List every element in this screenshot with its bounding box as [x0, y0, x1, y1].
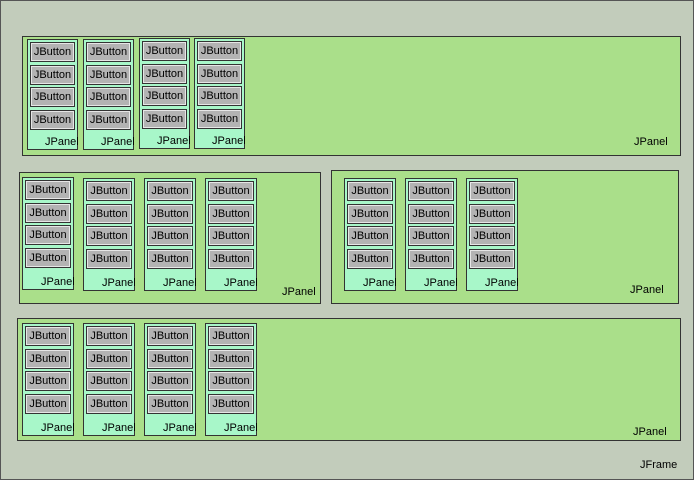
jbutton[interactable]: JButton: [86, 64, 131, 85]
jbutton[interactable]: JButton: [86, 42, 131, 62]
jpanel-label: JPanel: [363, 277, 397, 289]
jbutton[interactable]: JButton: [25, 180, 71, 200]
jpanel-label: JPanel: [102, 277, 136, 289]
jbutton[interactable]: JButton: [408, 203, 454, 224]
jbutton[interactable]: JButton: [25, 202, 71, 223]
jbutton[interactable]: JButton: [347, 203, 393, 224]
jbutton[interactable]: JButton: [86, 248, 132, 269]
jbutton[interactable]: JButton: [408, 181, 454, 201]
jbutton[interactable]: JButton: [197, 41, 242, 61]
jbutton[interactable]: JButton: [30, 109, 75, 130]
jbutton[interactable]: JButton: [147, 393, 193, 414]
jbutton[interactable]: JButton: [147, 326, 193, 346]
jbutton[interactable]: JButton: [469, 226, 515, 246]
jbutton[interactable]: JButton: [208, 226, 254, 246]
jbutton[interactable]: JButton: [86, 203, 132, 224]
jbutton[interactable]: JButton: [208, 181, 254, 201]
jbutton[interactable]: JButton: [208, 371, 254, 391]
jbutton[interactable]: JButton: [208, 326, 254, 346]
jbutton[interactable]: JButton: [408, 226, 454, 246]
jpanel-label: JPanel: [633, 426, 667, 438]
jpanel-label: JPanel: [212, 135, 246, 147]
jbutton[interactable]: JButton: [30, 87, 75, 107]
jbutton[interactable]: JButton: [347, 248, 393, 269]
jbutton[interactable]: JButton: [469, 181, 515, 201]
jpanel-label: JPanel: [224, 277, 258, 289]
jbutton[interactable]: JButton: [142, 63, 187, 84]
jbutton[interactable]: JButton: [347, 226, 393, 246]
jbutton[interactable]: JButton: [30, 64, 75, 85]
jbutton[interactable]: JButton: [208, 393, 254, 414]
jbutton[interactable]: JButton: [469, 203, 515, 224]
jbutton[interactable]: JButton: [30, 42, 75, 62]
jbutton[interactable]: JButton: [147, 348, 193, 369]
jbutton[interactable]: JButton: [86, 371, 132, 391]
jbutton[interactable]: JButton: [25, 348, 71, 369]
jbutton[interactable]: JButton: [25, 393, 71, 414]
jpanel-label: JPanel: [102, 422, 136, 434]
jbutton[interactable]: JButton: [197, 63, 242, 84]
jbutton[interactable]: JButton: [147, 371, 193, 391]
jpanel-label: JPanel: [485, 277, 519, 289]
jpanel-label: JPanel: [424, 277, 458, 289]
diagram-stage: JFrame JPanel JButton JButton JButton JButto…: [0, 0, 694, 480]
jpanel-label: JPanel: [634, 136, 668, 148]
jbutton[interactable]: JButton: [147, 248, 193, 269]
jpanel-label: JPanel: [630, 284, 664, 296]
jbutton[interactable]: JButton: [142, 108, 187, 129]
jbutton[interactable]: JButton: [86, 181, 132, 201]
jbutton[interactable]: JButton: [142, 86, 187, 106]
jpanel-label: JPanel: [41, 422, 75, 434]
jbutton[interactable]: JButton: [86, 393, 132, 414]
jpanel-label: JPanel: [45, 136, 79, 148]
jbutton[interactable]: JButton: [197, 108, 242, 129]
jbutton[interactable]: JButton: [86, 326, 132, 346]
jbutton[interactable]: JButton: [25, 247, 71, 268]
jbutton[interactable]: JButton: [208, 203, 254, 224]
jpanel-label: JPanel: [163, 277, 197, 289]
jpanel-label: JPanel: [101, 136, 135, 148]
jpanel-label: JPanel: [282, 286, 316, 298]
jbutton[interactable]: JButton: [208, 248, 254, 269]
jbutton[interactable]: JButton: [147, 203, 193, 224]
jbutton[interactable]: JButton: [86, 87, 131, 107]
jframe-label: JFrame: [640, 459, 678, 471]
jpanel-label: JPanel: [157, 135, 191, 147]
jpanel-label: JPanel: [163, 422, 197, 434]
jbutton[interactable]: JButton: [25, 326, 71, 346]
jbutton[interactable]: JButton: [197, 86, 242, 106]
jbutton[interactable]: JButton: [142, 41, 187, 61]
jbutton[interactable]: JButton: [208, 348, 254, 369]
jpanel-label: JPanel: [224, 422, 258, 434]
jbutton[interactable]: JButton: [86, 348, 132, 369]
jbutton[interactable]: JButton: [147, 226, 193, 246]
jbutton[interactable]: JButton: [147, 181, 193, 201]
jbutton[interactable]: JButton: [25, 225, 71, 245]
jbutton[interactable]: JButton: [25, 371, 71, 391]
jbutton[interactable]: JButton: [86, 109, 131, 130]
jbutton[interactable]: JButton: [408, 248, 454, 269]
jpanel-label: JPanel: [41, 276, 75, 288]
jbutton[interactable]: JButton: [347, 181, 393, 201]
jbutton[interactable]: JButton: [469, 248, 515, 269]
jbutton[interactable]: JButton: [86, 226, 132, 246]
